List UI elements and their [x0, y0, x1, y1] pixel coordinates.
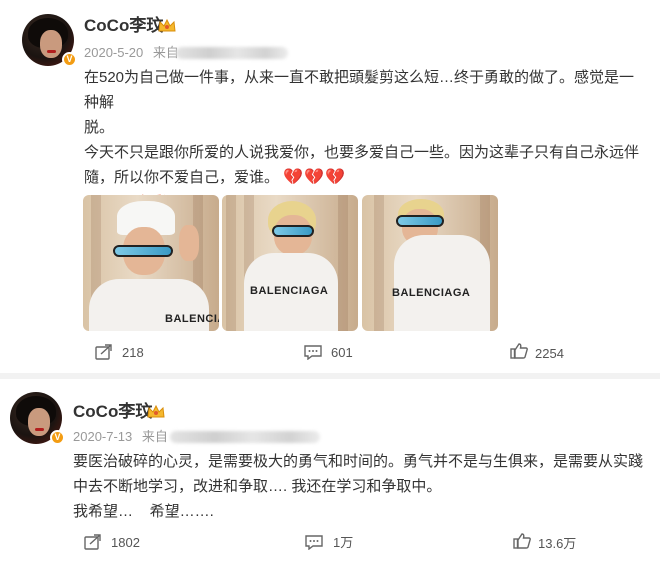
post-line: 在520为自己做一件事，从来一直不敢把頭髮剪这么短…终于勇敢的做了。感觉是一种解 [84, 69, 635, 111]
post-date[interactable]: 2020-7-13 [73, 429, 132, 444]
share-count[interactable]: 218 [122, 345, 144, 361]
photo-3[interactable]: BALENCIAGA [362, 195, 498, 331]
like-icon[interactable] [513, 533, 531, 549]
blurred-source [170, 431, 320, 443]
post-line: 脱。 [84, 119, 115, 136]
weibo-post-2: V CoCo李玟 2020-7-13 来自 要医治破碎的心灵，是需要极大的勇气和… [0, 380, 660, 571]
broken-heart-icons: 💔💔💔 [283, 169, 346, 186]
verified-badge: V [62, 52, 77, 67]
user-name[interactable]: CoCo李玟 [73, 402, 152, 422]
comment-count[interactable]: 1万 [333, 535, 353, 551]
post-text: 要医治破碎的心灵，是需要极大的勇气和时间的。勇气并不是与生俱来，是需要从实踐 中… [73, 449, 653, 524]
like-icon[interactable] [510, 343, 528, 359]
post-meta: 2020-5-20 来自 [84, 45, 179, 61]
post-line: 要医治破碎的心灵，是需要极大的勇气和时间的。勇气并不是与生俱来，是需要从实踐 [73, 453, 644, 470]
shirt-logo: BALENCIAGA [250, 285, 329, 297]
user-name[interactable]: CoCo李玟 [84, 16, 163, 36]
photo-1[interactable]: BALENCIAGA [83, 195, 219, 331]
crown-icon [158, 18, 176, 32]
post-line: 中去不断地学习，改进和争取…. 我还在学习和争取中。 [73, 478, 442, 495]
shirt-logo: BALENCIAGA [392, 287, 471, 299]
post-line: 隨，所以你不爱自己，爱谁。 💔💔💔 [84, 169, 346, 186]
blurred-source [176, 47, 288, 59]
share-icon[interactable] [95, 344, 113, 360]
post-text: 在520为自己做一件事，从来一直不敢把頭髮剪这么短…终于勇敢的做了。感觉是一种解… [84, 65, 644, 215]
like-count[interactable]: 2254 [535, 346, 564, 362]
source-prefix: 来自 [141, 429, 168, 444]
comment-icon[interactable] [304, 344, 322, 360]
post-divider [0, 373, 660, 379]
post-line: 今天不只是跟你所爱的人说我爱你，也要多爱自己一些。因为这辈子只有自己永远伴 [84, 144, 640, 161]
shirt-logo: BALENCIAGA [165, 313, 219, 325]
like-count[interactable]: 13.6万 [538, 536, 576, 552]
share-icon[interactable] [84, 534, 102, 550]
post-date[interactable]: 2020-5-20 [84, 45, 143, 60]
verified-badge: V [50, 430, 65, 445]
comment-icon[interactable] [305, 534, 323, 550]
weibo-post-1: V CoCo李玟 2020-5-20 来自 在520为自己做一件事，从来一直不敢… [0, 0, 660, 375]
comment-count[interactable]: 601 [331, 345, 353, 361]
crown-icon [147, 404, 165, 418]
share-count[interactable]: 1802 [111, 535, 140, 551]
post-meta: 2020-7-13 来自 [73, 429, 168, 445]
photo-2[interactable]: BALENCIAGA [222, 195, 358, 331]
post-line: 我希望… 希望……. [73, 503, 214, 520]
